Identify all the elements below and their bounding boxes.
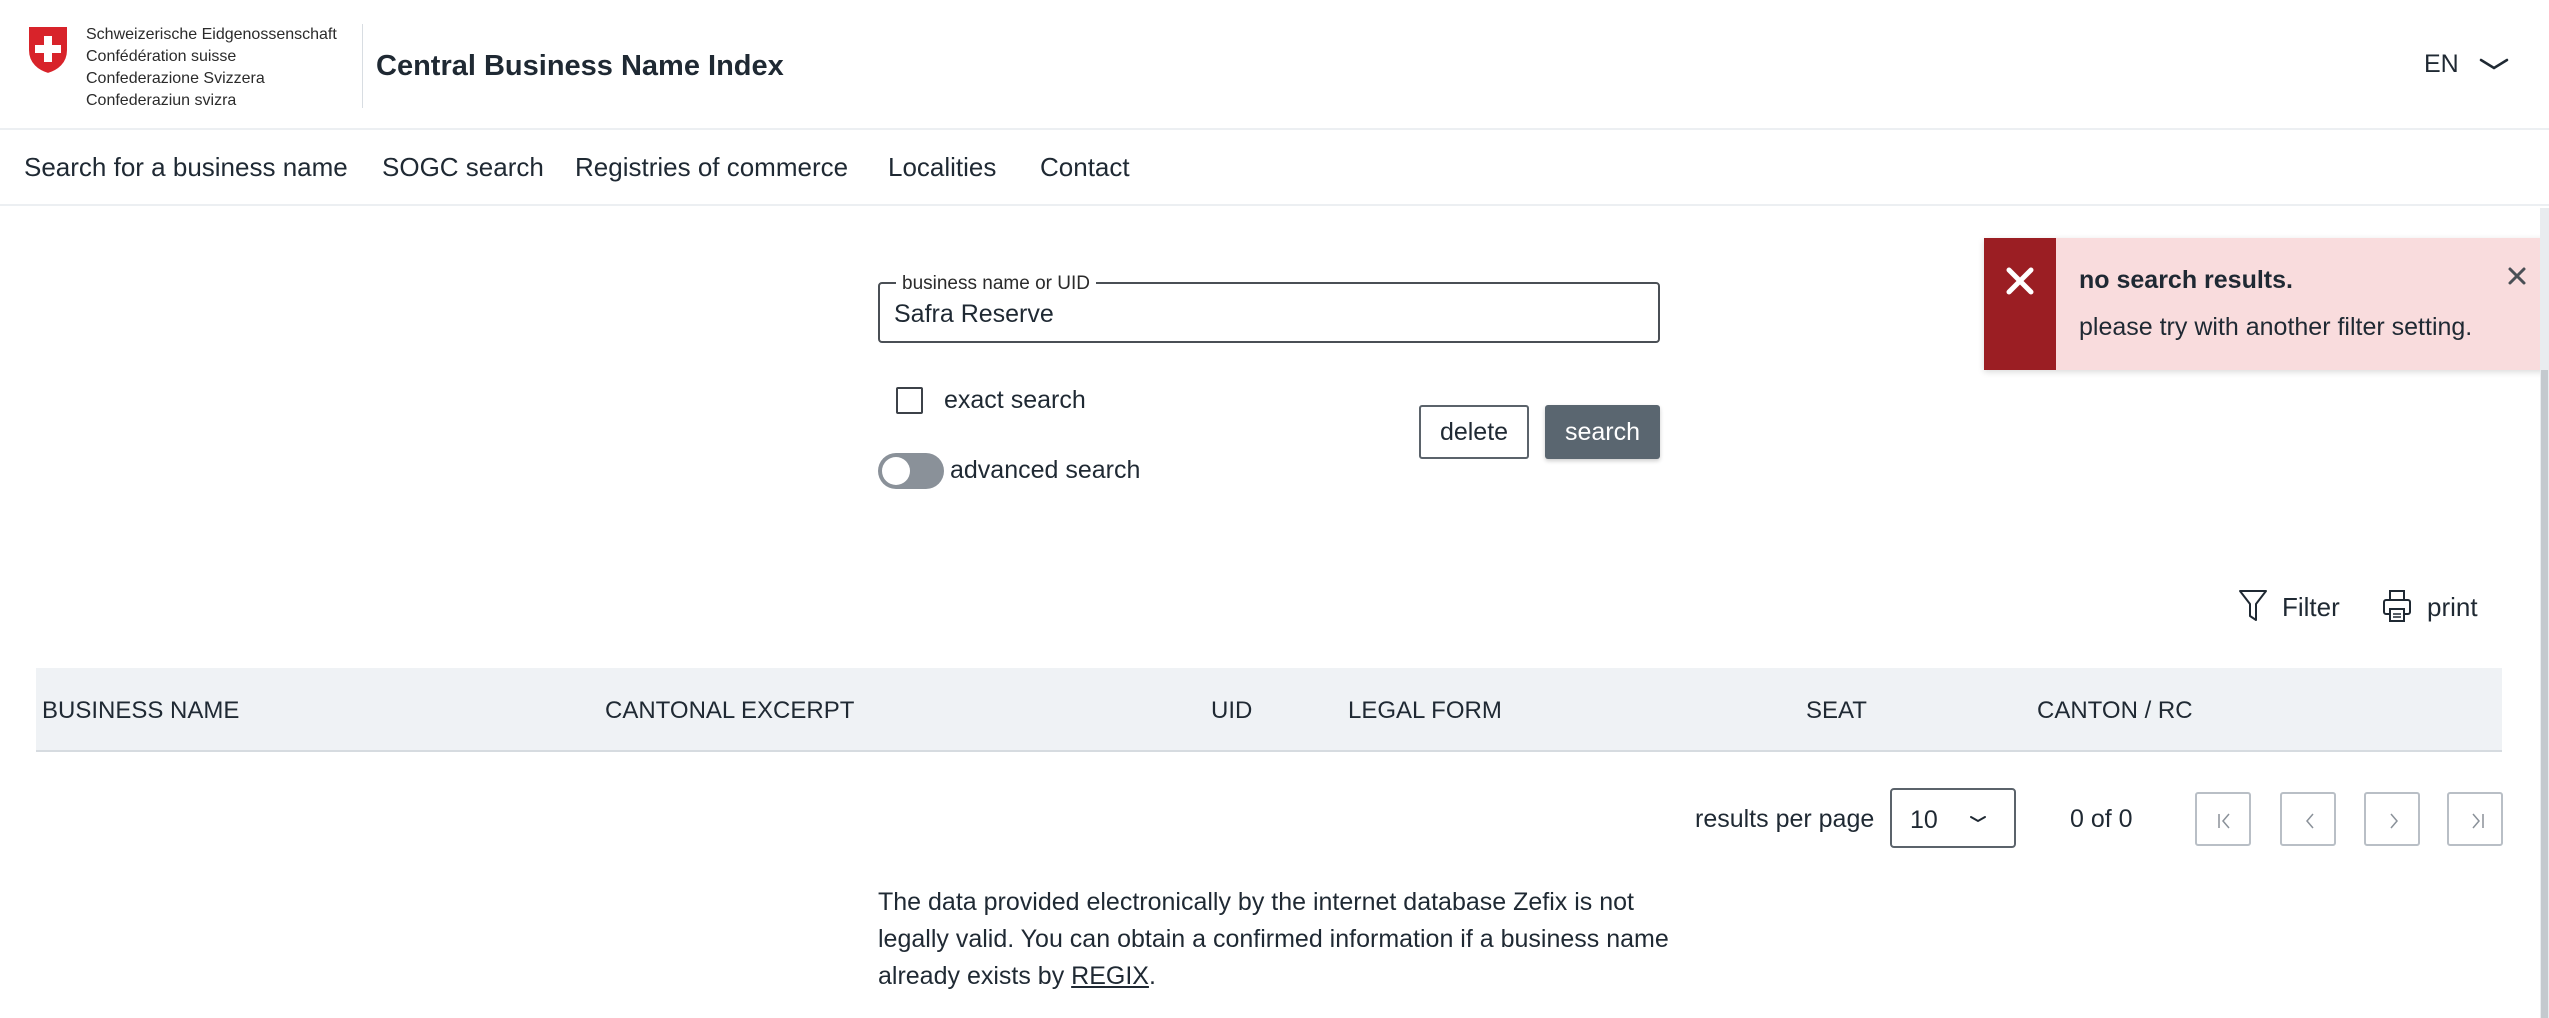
previous-page-button[interactable] bbox=[2280, 792, 2336, 846]
chevron-down-icon[interactable] bbox=[2478, 54, 2510, 74]
chevron-left-icon bbox=[2306, 813, 2314, 829]
printer-icon[interactable] bbox=[2382, 589, 2412, 623]
chevron-right-icon bbox=[2390, 813, 2398, 829]
toast-accent-bar bbox=[1984, 238, 2056, 370]
first-page-icon bbox=[2218, 813, 2230, 829]
delete-button[interactable]: delete bbox=[1419, 405, 1529, 459]
column-header-seat[interactable]: SEAT bbox=[1806, 697, 1867, 725]
disclaimer-end: . bbox=[1148, 962, 1156, 990]
results-per-page-select[interactable] bbox=[1890, 788, 2016, 848]
page-count: 0 of 0 bbox=[2070, 805, 2133, 833]
results-per-page-label: results per page bbox=[1695, 805, 1875, 833]
search-field-label: business name or UID bbox=[896, 273, 1096, 295]
header-divider bbox=[362, 24, 363, 108]
app-title: Central Business Name Index bbox=[376, 50, 784, 82]
next-page-button[interactable] bbox=[2364, 792, 2420, 846]
print-button[interactable]: print bbox=[2427, 592, 2478, 623]
column-header-uid[interactable]: UID bbox=[1211, 697, 1252, 725]
filter-button[interactable]: Filter bbox=[2282, 592, 2340, 623]
close-icon[interactable] bbox=[2505, 264, 2529, 288]
search-input[interactable] bbox=[894, 296, 1644, 332]
toast-title: no search results. bbox=[2079, 266, 2293, 294]
toast-message: please try with another filter setting. bbox=[2079, 313, 2473, 341]
disclaimer-text: The data provided electronically by the … bbox=[878, 884, 1678, 995]
chevron-down-icon bbox=[1970, 816, 1986, 823]
regix-link[interactable]: REGIX bbox=[1071, 962, 1149, 990]
last-page-icon bbox=[2472, 813, 2484, 829]
exact-search-label: exact search bbox=[944, 386, 1086, 414]
toggle-knob bbox=[882, 457, 910, 485]
filter-icon[interactable] bbox=[2238, 588, 2268, 624]
scrollbar-thumb[interactable] bbox=[2541, 370, 2548, 1018]
nav-item-search-business-name[interactable]: Search for a business name bbox=[24, 152, 348, 183]
column-header-cantonal-excerpt[interactable]: CANTONAL EXCERPT bbox=[605, 697, 854, 725]
error-x-icon bbox=[2006, 267, 2034, 295]
results-per-page-value: 10 bbox=[1910, 806, 1938, 834]
search-button[interactable]: search bbox=[1545, 405, 1660, 459]
last-page-button[interactable] bbox=[2447, 792, 2503, 846]
confederation-line-de: Schweizerische Eidgenossenschaft bbox=[86, 26, 337, 43]
column-header-canton-rc[interactable]: CANTON / RC bbox=[2037, 697, 2193, 725]
language-selector[interactable]: EN bbox=[2424, 50, 2459, 79]
exact-search-checkbox[interactable] bbox=[896, 387, 923, 414]
confederation-line-it: Confederazione Svizzera bbox=[86, 70, 265, 87]
column-header-legal-form[interactable]: LEGAL FORM bbox=[1348, 697, 1502, 725]
nav-item-localities[interactable]: Localities bbox=[888, 152, 996, 183]
nav-item-contact[interactable]: Contact bbox=[1040, 152, 1130, 183]
disclaimer-body: The data provided electronically by the … bbox=[878, 888, 1669, 990]
advanced-search-label: advanced search bbox=[950, 456, 1141, 484]
nav-item-sogc-search[interactable]: SOGC search bbox=[382, 152, 544, 183]
column-header-business-name[interactable]: BUSINESS NAME bbox=[42, 697, 239, 725]
confederation-name: Schweizerische Eidgenossenschaft Confédé… bbox=[86, 24, 337, 112]
confederation-line-rm: Confederaziun svizra bbox=[86, 92, 237, 109]
first-page-button[interactable] bbox=[2195, 792, 2251, 846]
confederation-line-fr: Confédération suisse bbox=[86, 48, 237, 65]
nav-item-registries-of-commerce[interactable]: Registries of commerce bbox=[575, 152, 848, 183]
error-toast bbox=[1984, 238, 2549, 370]
swiss-coat-of-arms-icon bbox=[27, 25, 69, 76]
